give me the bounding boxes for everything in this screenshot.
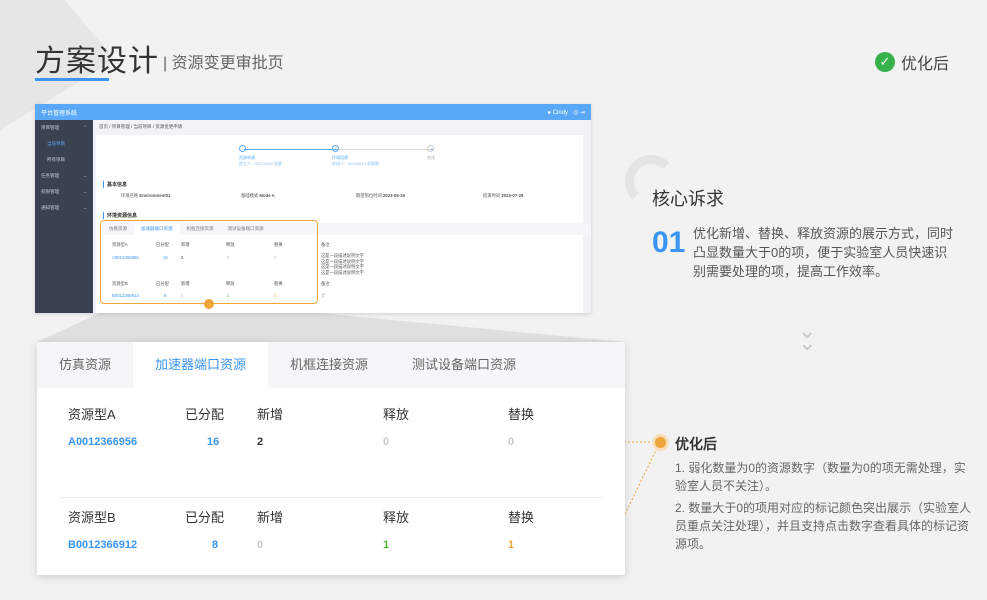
tab-accelerator-port[interactable]: 加速器端口资源 <box>133 342 269 388</box>
sidebar-item[interactable]: 所有项目 <box>35 152 93 168</box>
col-header: 新增 <box>257 407 284 422</box>
resource-id-link[interactable]: A0012366956 <box>68 436 137 448</box>
col-header: 已分配 <box>185 510 225 525</box>
col-header: 资源型A <box>68 407 116 422</box>
env-info-title: 环境资源信息 <box>103 212 137 219</box>
tab-chassis-connection[interactable]: 机框连接资源 <box>268 342 390 388</box>
core-title: 核心诉求 <box>652 189 724 209</box>
add-count: 0 <box>257 539 264 551</box>
app-header: 平台管理系统 ● Cindy ◎ ⇥ <box>35 104 591 120</box>
tab-test-device-port[interactable]: 测试设备端口资源 <box>390 342 538 388</box>
sidebar-item[interactable]: 当前项目 <box>35 136 93 152</box>
highlight-dot <box>204 299 214 309</box>
col-header: 替换 <box>508 407 535 422</box>
after-title: 优化后 <box>675 436 717 452</box>
col-header: 替换 <box>508 510 535 525</box>
field: 结束时间 2023-07-29 <box>483 193 524 198</box>
sidebar: 项目管理 ⌃ 当前项目 所有项目 任务管理 ⌄ 权限管理 ⌄ 通知管理 ⌄ <box>35 120 93 313</box>
replace-count: 0 <box>508 436 515 448</box>
optimized-badge: ✓ 优化后 <box>875 50 949 74</box>
double-chevron-down-icon: ⌄ ⌄ <box>798 318 817 355</box>
sidebar-item[interactable]: 项目管理 ⌃ <box>35 120 93 136</box>
tab-simulation[interactable]: 仿真资源 <box>37 342 133 388</box>
app-title: 平台管理系统 <box>41 110 78 117</box>
after-list: 1. 弱化数量为0的资源数字（数量为0的项无需处理，实验室人员不关注）。 2. … <box>675 459 975 557</box>
highlight-box <box>100 220 318 304</box>
sidebar-item[interactable]: 权限管理 ⌄ <box>35 184 93 200</box>
release-count[interactable]: 1 <box>383 539 389 551</box>
page-title: 方案设计 <box>35 45 159 78</box>
add-count[interactable]: 2 <box>257 436 263 448</box>
core-number: 01 <box>652 226 686 259</box>
release-count: 0 <box>383 436 390 448</box>
allocated-count[interactable]: 16 <box>207 436 219 448</box>
callout-dot <box>655 437 666 448</box>
replace-count[interactable]: 1 <box>508 539 514 551</box>
resource-id-link[interactable]: B0012366912 <box>68 539 137 551</box>
row-divider <box>60 497 602 498</box>
zoomed-resource-panel: 仿真资源 加速器端口资源 机框连接资源 测试设备端口资源 资源型A 已分配 新增… <box>37 342 625 575</box>
field: 期望到位时间 2023-06-26 <box>356 193 405 198</box>
step-2: 环境搭建 处理人：00325619 李晨晨 <box>332 145 379 167</box>
basic-info-title: 基本信息 <box>103 181 127 188</box>
after-item: 2. 数量大于0的项用对应的标记颜色突出展示（实验室人员重点关注处理），并且支持… <box>675 501 972 551</box>
sidebar-item[interactable]: 任务管理 ⌄ <box>35 168 93 184</box>
col-header: 新增 <box>257 510 284 525</box>
step-1: 资源申请 提交人：00123456 张晨 <box>239 145 282 167</box>
sidebar-item[interactable]: 通知管理 ⌄ <box>35 200 93 216</box>
allocated-count[interactable]: 8 <box>212 539 218 551</box>
col-header: 释放 <box>383 407 410 422</box>
step-3: 完成 <box>427 145 435 161</box>
col-header: 资源型B <box>68 510 116 525</box>
title-underline <box>35 78 109 81</box>
after-item: 1. 弱化数量为0的资源数字（数量为0的项无需处理，实验室人员不关注）。 <box>675 461 966 493</box>
col-header: 释放 <box>383 510 410 525</box>
check-icon: ✓ <box>875 52 895 72</box>
field: 基础模式 Mode A <box>241 193 275 198</box>
breadcrumb: 首页 / 项目管理 / 当前项目 / 资源变更申请 <box>99 124 183 129</box>
core-text: 优化新增、替换、释放资源的展示方式，同时凸显数量大于0的项，便于实验室人员快速识… <box>693 226 954 279</box>
resource-tabs: 仿真资源 加速器端口资源 机框连接资源 测试设备端口资源 <box>37 342 625 388</box>
user-menu[interactable]: ● Cindy ◎ ⇥ <box>547 109 585 116</box>
field: 环境名称 Environment01 <box>121 193 171 198</box>
col-header: 已分配 <box>185 407 225 422</box>
page-subtitle: | 资源变更审批页 <box>163 55 284 72</box>
